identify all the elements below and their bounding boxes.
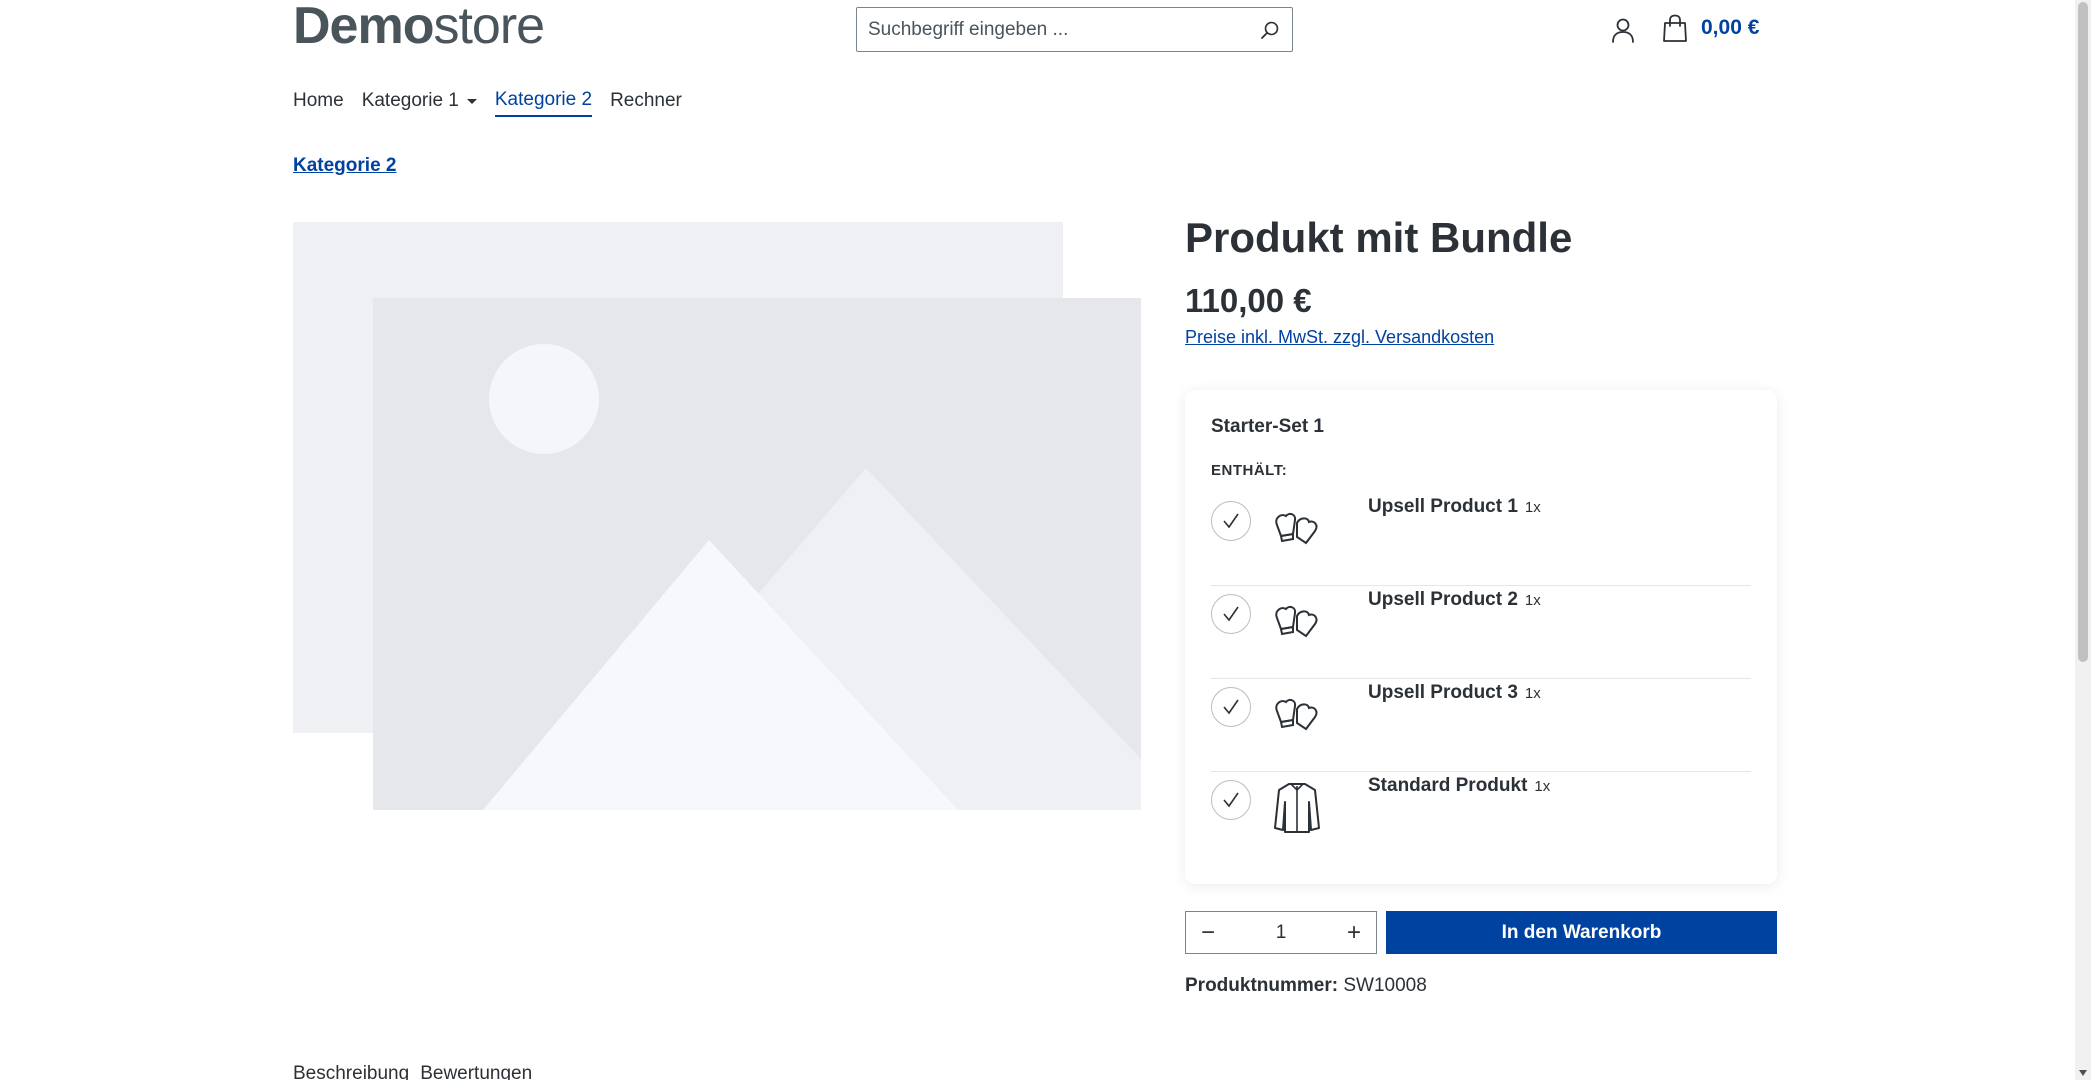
- search-input[interactable]: [857, 8, 1248, 51]
- nav-item-label: Rechner: [610, 90, 682, 111]
- mittens-icon: [1275, 698, 1318, 731]
- bundle-item-label: Upsell Product 3: [1368, 682, 1518, 703]
- bundle-item: Standard Produkt 1x: [1211, 772, 1751, 865]
- tab-beschreibung[interactable]: Beschreibung: [293, 1063, 409, 1080]
- check-icon: [1223, 699, 1239, 715]
- nav-item-kategorie-1[interactable]: Kategorie 1: [362, 89, 477, 117]
- jacket-icon: [1274, 783, 1320, 833]
- bundle-name: Starter-Set 1: [1211, 416, 1324, 437]
- product-number-value: SW10008: [1343, 975, 1427, 996]
- account-icon[interactable]: [1609, 16, 1637, 44]
- quantity-decrease-button[interactable]: −: [1186, 912, 1230, 953]
- contains-label: ENTHÄLT:: [1211, 462, 1288, 479]
- check-icon: [1223, 606, 1239, 622]
- nav-item-label: Kategorie 1: [361, 90, 459, 111]
- quantity-input[interactable]: 1: [1230, 922, 1332, 944]
- scrollbar-thumb[interactable]: [2078, 2, 2088, 662]
- nav-item-label: Home: [293, 90, 344, 111]
- search-button[interactable]: [1248, 8, 1292, 51]
- cart-total[interactable]: 0,00 €: [1701, 16, 1759, 40]
- store-logo[interactable]: Demostore: [293, 0, 545, 55]
- bundle-item-name[interactable]: Upsell Product 1 1x: [1368, 496, 1541, 518]
- add-to-cart-button[interactable]: In den Warenkorb: [1386, 911, 1777, 954]
- mittens-icon: [1275, 605, 1318, 638]
- search-icon: [1261, 21, 1279, 39]
- logo-bold: Demo: [293, 0, 434, 55]
- bundle-item: Upsell Product 1 1x: [1211, 493, 1751, 586]
- page: Demostore 0,00 € Home Kategorie 1 Katego…: [0, 0, 2091, 1080]
- quantity-increase-button[interactable]: +: [1332, 912, 1376, 953]
- tab-bewertungen[interactable]: Bewertungen: [420, 1063, 532, 1080]
- bundle-list: Upsell Product 1 1x Upsell Product 2 1x: [1211, 493, 1751, 865]
- bundle-item-label: Upsell Product 2: [1368, 589, 1518, 610]
- product-detail-tabs: Beschreibung Bewertungen: [293, 1063, 532, 1080]
- bundle-item-checkbox[interactable]: [1211, 501, 1251, 541]
- bundle-item-name[interactable]: Upsell Product 3 1x: [1368, 682, 1541, 704]
- scroll-down-arrow-icon[interactable]: [2079, 1070, 2087, 1076]
- bundle-item-qty: 1x: [1524, 685, 1541, 702]
- tax-shipping-link[interactable]: Preise inkl. MwSt. zzgl. Versandkosten: [1185, 327, 1494, 348]
- product-price: 110,00 €: [1185, 282, 1312, 319]
- mittens-icon: [1275, 512, 1318, 545]
- bundle-item-name[interactable]: Upsell Product 2 1x: [1368, 589, 1541, 611]
- bundle-card: Starter-Set 1 ENTHÄLT: Upsell Product 1 1…: [1185, 390, 1777, 884]
- check-icon: [1223, 513, 1239, 529]
- bundle-item: Upsell Product 2 1x: [1211, 586, 1751, 679]
- page-scrollbar[interactable]: [2075, 0, 2091, 1080]
- bundle-item-checkbox[interactable]: [1211, 780, 1251, 820]
- quantity-stepper: − 1 +: [1185, 911, 1377, 954]
- nav-item-kategorie-2[interactable]: Kategorie 2: [494, 89, 593, 117]
- bundle-item-name[interactable]: Standard Produkt 1x: [1368, 775, 1550, 797]
- bundle-item-qty: 1x: [1534, 778, 1551, 795]
- logo-light: store: [433, 0, 545, 55]
- nav-item-rechner[interactable]: Rechner: [610, 89, 682, 117]
- check-icon: [1223, 792, 1239, 808]
- caret-down-icon: [466, 98, 477, 104]
- bundle-item: Upsell Product 3 1x: [1211, 679, 1751, 772]
- bundle-item-qty: 1x: [1524, 499, 1541, 516]
- bundle-item-label: Upsell Product 1: [1368, 496, 1518, 517]
- product-title: Produkt mit Bundle: [1185, 214, 1573, 261]
- bundle-item-label: Standard Produkt: [1368, 775, 1528, 796]
- bundle-item-checkbox[interactable]: [1211, 687, 1251, 727]
- bundle-item-qty: 1x: [1524, 592, 1541, 609]
- search-bar: [856, 7, 1293, 52]
- product-number: Produktnummer: SW10008: [1185, 975, 1427, 997]
- bundle-item-checkbox[interactable]: [1211, 594, 1251, 634]
- main-navigation: Home Kategorie 1 Kategorie 2 Rechner: [293, 89, 700, 117]
- breadcrumb[interactable]: Kategorie 2: [293, 155, 396, 177]
- nav-item-label: Kategorie 2: [494, 89, 593, 110]
- nav-item-home[interactable]: Home: [293, 89, 344, 117]
- cart-icon[interactable]: [1661, 14, 1689, 44]
- product-number-label: Produktnummer:: [1185, 975, 1339, 996]
- product-image-placeholder[interactable]: [293, 222, 1141, 810]
